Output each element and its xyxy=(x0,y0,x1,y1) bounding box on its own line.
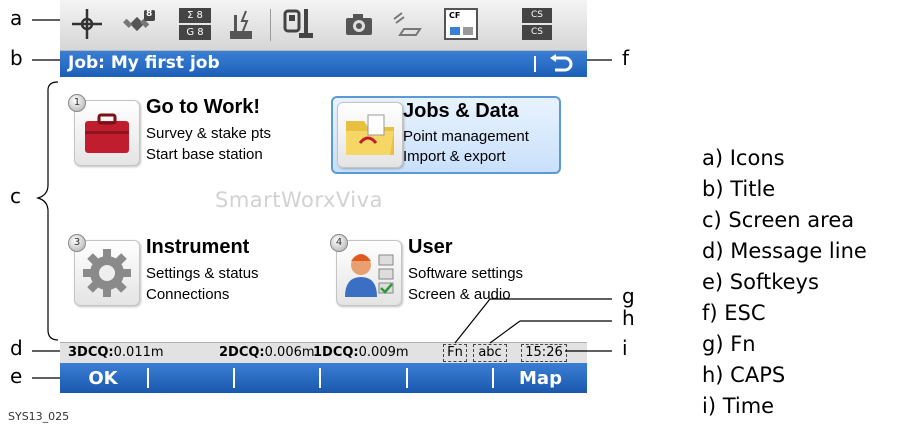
legend-item: b) Title xyxy=(702,177,776,201)
callout-g: g xyxy=(622,284,635,308)
callout-c: c xyxy=(10,184,21,208)
legend-item: c) Screen area xyxy=(702,208,855,232)
legend-item: e) Softkeys xyxy=(702,270,819,294)
legend-item: a) Icons xyxy=(702,146,785,170)
legend-item: d) Message line xyxy=(702,239,867,263)
figure-id: SYS13_025 xyxy=(8,410,70,423)
callout-i: i xyxy=(622,336,628,360)
legend-item: g) Fn xyxy=(702,332,756,356)
callout-h: h xyxy=(622,306,635,330)
legend-item: f) ESC xyxy=(702,301,766,325)
legend-item: i) Time xyxy=(702,394,775,418)
callout-f: f xyxy=(622,46,630,70)
callout-b: b xyxy=(10,46,23,70)
legend-item: h) CAPS xyxy=(702,363,786,387)
callout-e: e xyxy=(10,364,23,388)
callout-d: d xyxy=(10,336,23,360)
callout-a: a xyxy=(10,6,23,30)
